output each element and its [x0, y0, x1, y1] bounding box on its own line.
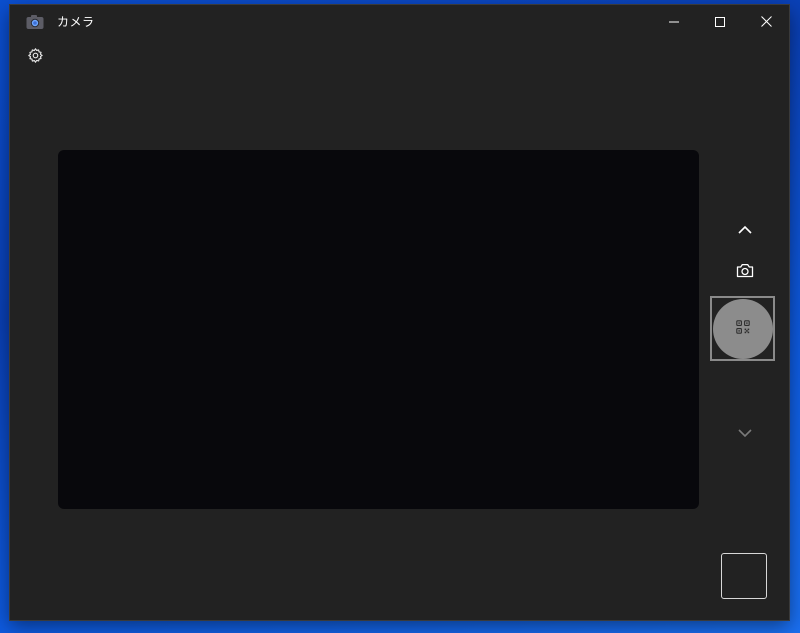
camera-app-icon	[26, 14, 44, 30]
close-icon	[760, 12, 772, 31]
previous-mode-button[interactable]	[729, 215, 761, 241]
camera-app-window: カメラ	[10, 5, 789, 620]
capture-button[interactable]	[712, 298, 773, 359]
close-button[interactable]	[743, 5, 789, 38]
chevron-down-icon	[738, 423, 752, 442]
next-mode-button[interactable]	[729, 419, 761, 445]
camera-icon	[736, 263, 754, 282]
settings-button[interactable]	[22, 44, 48, 70]
qr-code-icon	[735, 319, 750, 338]
window-title: カメラ	[57, 15, 95, 29]
maximize-button[interactable]	[697, 5, 743, 38]
title-bar[interactable]: カメラ	[10, 5, 789, 38]
maximize-icon	[715, 12, 725, 31]
chevron-up-icon	[738, 219, 752, 238]
capture-button-frame[interactable]	[710, 296, 775, 361]
photo-mode-button[interactable]	[729, 257, 761, 287]
minimize-icon	[669, 12, 679, 31]
last-capture-thumbnail[interactable]	[721, 553, 767, 599]
camera-preview	[58, 150, 699, 509]
gear-icon	[27, 47, 44, 68]
minimize-button[interactable]	[651, 5, 697, 38]
